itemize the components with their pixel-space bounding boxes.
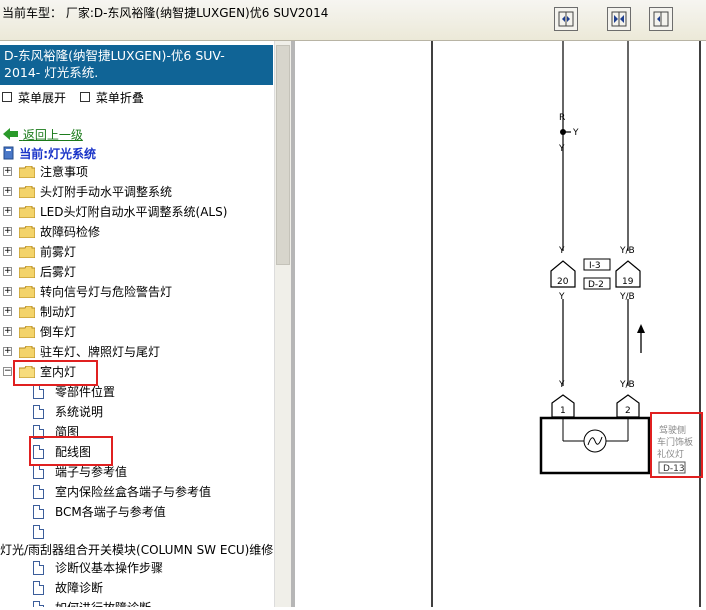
wire-color-yb3: Y/B xyxy=(619,380,635,390)
lamp-label-line3: 礼仪灯 xyxy=(657,448,684,460)
top-toolbar: 当前车型： 厂家:D-东风裕隆(纳智捷LUXGEN)优6 SUV2014 xyxy=(0,0,706,41)
folder-icon xyxy=(19,306,35,318)
wire-color-r: R xyxy=(559,113,565,123)
folder-icon xyxy=(19,186,35,198)
tree-folder-label: 转向信号灯与危险警告灯 xyxy=(40,285,173,299)
expand-square-icon xyxy=(2,92,12,102)
system-header-line1: D-东风裕隆(纳智捷LUXGEN)-优6 SUV- xyxy=(4,48,225,63)
wire-color-y2: Y xyxy=(558,292,565,302)
wire-color-yb1: Y/B xyxy=(619,246,635,256)
tree-doc-label: 诊断仪基本操作步骤 xyxy=(55,561,164,575)
system-header: D-东风裕隆(纳智捷LUXGEN)-优6 SUV- 2014- 灯光系统. xyxy=(0,45,273,85)
tree-folder-label: 制动灯 xyxy=(40,305,77,319)
document-icon xyxy=(33,505,44,519)
tree-section-label: 灯光/雨刮器组合开关模块(COLUMN SW ECU)维修 xyxy=(0,543,274,557)
navigation-panel: D-东风裕隆(纳智捷LUXGEN)-优6 SUV- 2014- 灯光系统. 菜单… xyxy=(0,41,291,607)
dock-right-button[interactable] xyxy=(649,7,673,31)
expand-icon[interactable]: + xyxy=(3,247,12,256)
collapse-square-icon xyxy=(79,92,90,102)
tree-folder-label: LED头灯附自动水平调整系统(ALS) xyxy=(40,205,228,219)
tree-section-column-switch[interactable]: 灯光/雨刮器组合开关模块(COLUMN SW ECU)维修 xyxy=(0,541,273,559)
document-icon xyxy=(33,525,44,539)
lamp-pin-1: 1 xyxy=(560,406,566,416)
vehicle-label: 当前车型： 厂家:D-东风裕隆(纳智捷LUXGEN)优6 SUV2014 xyxy=(2,6,329,20)
tree-folder-label: 前雾灯 xyxy=(40,245,77,259)
vertical-scrollbar[interactable] xyxy=(274,41,292,607)
folder-icon xyxy=(19,286,35,298)
menu-controls: 菜单展开 菜单折叠 xyxy=(0,89,144,106)
expand-icon[interactable]: + xyxy=(3,327,12,336)
lamp-label-line1: 驾驶侧 xyxy=(659,424,686,436)
expand-icon[interactable]: + xyxy=(3,347,12,356)
folder-icon xyxy=(19,266,35,278)
tree-folder-label: 倒车灯 xyxy=(40,325,77,339)
tree-folder-label: 头灯附手动水平调整系统 xyxy=(40,185,173,199)
document-icon xyxy=(33,561,44,575)
connector-pin-19: 19 xyxy=(622,277,634,287)
document-icon xyxy=(33,465,44,479)
document-icon xyxy=(33,581,44,595)
lamp-pin-2: 2 xyxy=(625,406,631,416)
tree-folder-label: 后雾灯 xyxy=(40,265,77,279)
tree-folder-label: 驻车灯、牌照灯与尾灯 xyxy=(40,345,161,359)
wire-color-y3: Y xyxy=(558,380,565,390)
current-label: 当前:灯光系统 xyxy=(19,147,96,161)
lamp-label-line2: 车门饰板 xyxy=(657,436,693,448)
folder-icon xyxy=(19,166,35,178)
folder-icon xyxy=(19,326,35,338)
back-label: 返回上一级 xyxy=(22,128,83,142)
expand-icon[interactable]: + xyxy=(3,207,12,216)
split-view-button[interactable] xyxy=(607,7,631,31)
wire-color-y-top: Y xyxy=(558,144,565,154)
wiring-diagram: R Y Y Y Y/B 20 19 I-3 D-2 Y Y/B Y Y/B 1 … xyxy=(431,41,703,607)
expand-icon[interactable]: + xyxy=(3,267,12,276)
expand-icon[interactable]: + xyxy=(3,307,12,316)
split-view-icon xyxy=(611,11,627,27)
wire-color-y1: Y xyxy=(558,246,565,256)
folder-icon xyxy=(19,226,35,238)
collapse-icon[interactable]: − xyxy=(3,367,12,376)
document-icon xyxy=(33,385,44,399)
tree-doc-label: 如何进行故障诊断 xyxy=(55,599,151,607)
wire-color-y-branch: Y xyxy=(572,128,579,138)
expand-icon[interactable]: + xyxy=(3,227,12,236)
book-icon xyxy=(3,146,14,160)
wiring-diagram-view: R Y Y Y Y/B 20 19 I-3 D-2 Y Y/B Y Y/B 1 … xyxy=(295,41,706,607)
document-icon xyxy=(33,405,44,419)
folder-icon xyxy=(19,206,35,218)
tree-doc-label: 故障诊断 xyxy=(55,581,104,595)
tree-doc-label: 系统说明 xyxy=(55,405,104,419)
folder-icon xyxy=(19,346,35,358)
lamp-code: D-13 xyxy=(663,464,685,474)
dock-right-icon xyxy=(653,11,669,27)
wiring-diagram-highlight xyxy=(29,436,113,466)
folder-icon xyxy=(19,246,35,258)
expand-icon[interactable]: + xyxy=(3,167,12,176)
connector-code-d2: D-2 xyxy=(588,280,604,290)
current-location: 当前:灯光系统 xyxy=(3,145,96,162)
tree-doc-label: 室内保险丝盒各端子与参考值 xyxy=(55,485,212,499)
interior-lamp-highlight xyxy=(13,360,98,386)
tree-doc-label: BCM各端子与参考值 xyxy=(55,505,166,519)
document-icon xyxy=(33,601,44,607)
connector-code-i3: I-3 xyxy=(589,261,601,271)
expand-icon[interactable]: + xyxy=(3,187,12,196)
dock-left-icon xyxy=(558,11,574,27)
document-icon xyxy=(33,485,44,499)
expand-icon[interactable]: + xyxy=(3,287,12,296)
connector-pin-20: 20 xyxy=(557,277,569,287)
collapse-menu-button[interactable]: 菜单折叠 xyxy=(96,91,144,105)
wire-color-yb2: Y/B xyxy=(619,292,635,302)
tree-folder-label: 注意事项 xyxy=(40,165,89,179)
back-link[interactable]: 返回上一级 xyxy=(3,126,83,143)
expand-menu-button[interactable]: 菜单展开 xyxy=(18,91,66,105)
back-arrow-icon xyxy=(3,128,18,140)
system-header-line2: 2014- 灯光系统. xyxy=(4,65,99,80)
scrollbar-thumb[interactable] xyxy=(276,45,290,265)
tree-folder-label: 故障码检修 xyxy=(40,225,101,239)
dock-left-button[interactable] xyxy=(554,7,578,31)
